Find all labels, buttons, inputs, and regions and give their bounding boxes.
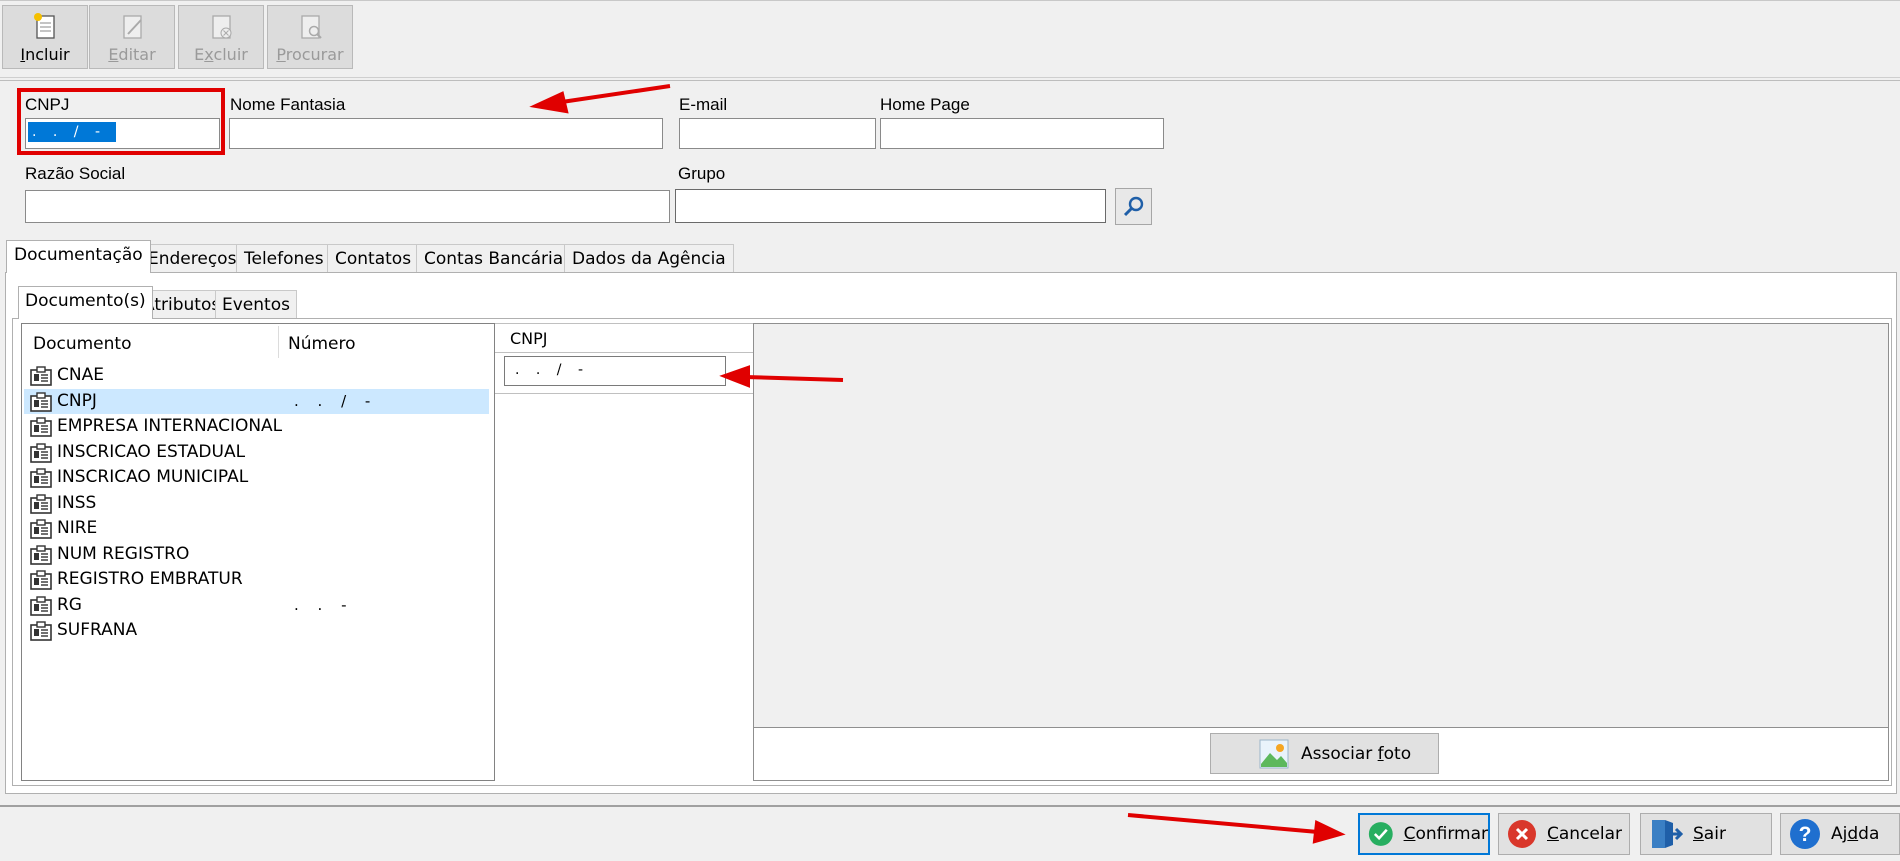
document-name: INSCRICAO MUNICIPAL [57, 467, 249, 487]
document-name: REGISTRO EMBRATUR [57, 569, 243, 589]
subtab-documentos[interactable]: Documento(s) [18, 286, 153, 319]
document-name: INSS [57, 492, 97, 513]
document-name: CNPJ [57, 390, 97, 411]
incluir-label: Incluir [20, 45, 70, 64]
document-name: NUM REGISTRO [57, 543, 190, 564]
incluir-button[interactable]: Incluir [2, 5, 88, 69]
tab-telefones[interactable]: Telefones [236, 244, 332, 272]
id-card-icon [30, 417, 52, 437]
svg-text:?: ? [1799, 823, 1812, 846]
toolbar-separator [0, 80, 1900, 81]
document-name: NIRE [57, 518, 98, 538]
column-header-numero[interactable]: Número [288, 334, 356, 354]
id-card-icon [30, 621, 52, 641]
grupo-search-button[interactable] [1115, 188, 1152, 225]
razao-social-label: Razão Social [25, 164, 126, 183]
cancelar-label: Cancelar [1547, 824, 1623, 844]
list-item[interactable]: INSCRICAO ESTADUAL [24, 440, 489, 465]
document-name: RG [57, 594, 82, 615]
sair-button[interactable]: Sair [1640, 813, 1772, 855]
document-name: INSCRICAO ESTADUAL [57, 441, 246, 462]
detail-cnpj-input[interactable]: . . / - [504, 356, 726, 386]
id-card-icon [30, 595, 52, 616]
search-document-icon [301, 15, 322, 39]
column-header-documento[interactable]: Documento [33, 334, 131, 354]
tab-dados-da-agencia[interactable]: Dados da Agência [564, 244, 734, 272]
procurar-button[interactable]: Procurar [267, 5, 353, 69]
home-page-label: Home Page [880, 95, 970, 114]
cnpj-input-value: . . / - [28, 122, 116, 142]
exit-door-icon [1652, 820, 1683, 848]
nome-fantasia-input[interactable] [229, 118, 663, 149]
id-card-icon [30, 391, 52, 412]
id-card-icon [30, 570, 52, 590]
list-item[interactable]: CNPJ . . / - [24, 388, 489, 414]
image-icon [1259, 739, 1289, 768]
id-card-icon [30, 366, 52, 386]
associar-foto-button[interactable]: Associar foto [1210, 733, 1439, 774]
photo-panel [753, 323, 1889, 781]
document-name: EMPRESA INTERNACIONAL [57, 416, 283, 436]
id-card-icon [30, 442, 52, 463]
search-icon [1123, 196, 1143, 216]
document-number: . . - [294, 595, 354, 614]
ajuda-label: Ajdda [1831, 824, 1880, 844]
nome-fantasia-label: Nome Fantasia [230, 95, 346, 114]
new-document-icon [34, 13, 55, 39]
home-page-input[interactable] [880, 118, 1164, 149]
list-item[interactable]: SUFRANA [24, 618, 489, 643]
email-input[interactable] [679, 118, 876, 149]
delete-document-icon [212, 15, 232, 39]
editar-button[interactable]: Editar [89, 5, 175, 69]
detail-cnpj-label: CNPJ [510, 329, 548, 348]
check-icon [1368, 822, 1393, 846]
razao-social-input[interactable] [25, 190, 670, 223]
list-item[interactable]: NIRE [24, 516, 489, 541]
cnpj-label: CNPJ [25, 95, 70, 114]
sair-label: Sair [1693, 824, 1726, 844]
excluir-label: Excluir [194, 45, 248, 64]
subtab-eventos[interactable]: Eventos [215, 290, 297, 318]
procurar-label: Procurar [276, 45, 344, 64]
ajuda-button[interactable]: ? Ajdda [1780, 813, 1900, 855]
excluir-button[interactable]: Excluir [178, 5, 264, 69]
list-item[interactable]: NUM REGISTRO [24, 542, 489, 567]
tab-contatos[interactable]: Contatos [327, 244, 420, 272]
id-card-icon [30, 519, 52, 539]
id-card-icon [30, 493, 52, 514]
list-item[interactable]: RG . . - [24, 593, 489, 618]
tab-enderecos[interactable]: Endereços [140, 244, 245, 272]
document-name: CNAE [57, 365, 104, 385]
confirmar-button[interactable]: Confirmar [1358, 813, 1490, 855]
help-icon: ? [1790, 819, 1820, 849]
confirmar-label: Confirmar [1403, 824, 1488, 844]
email-label: E-mail [679, 95, 728, 114]
associar-foto-label: Associar foto [1301, 743, 1412, 764]
id-card-icon [30, 544, 52, 565]
editar-label: Editar [108, 45, 156, 64]
document-name: SUFRANA [57, 620, 138, 640]
list-item[interactable]: REGISTRO EMBRATUR [24, 567, 489, 592]
tab-documentacao[interactable]: Documentação [6, 240, 151, 273]
edit-document-icon [123, 15, 142, 39]
cancel-icon [1508, 820, 1536, 848]
list-item[interactable]: INSCRICAO MUNICIPAL [24, 465, 489, 490]
grupo-label: Grupo [678, 164, 726, 183]
list-item[interactable]: CNAE [24, 363, 489, 388]
id-card-icon [30, 468, 52, 488]
tab-contas-bancarias[interactable]: Contas Bancárias [416, 244, 580, 272]
list-item[interactable]: INSS [24, 491, 489, 516]
grupo-input[interactable] [675, 189, 1106, 223]
list-item[interactable]: EMPRESA INTERNACIONAL [24, 414, 489, 439]
document-number: . . / - [294, 391, 378, 410]
column-divider[interactable] [278, 326, 279, 358]
cancelar-button[interactable]: Cancelar [1498, 813, 1630, 855]
